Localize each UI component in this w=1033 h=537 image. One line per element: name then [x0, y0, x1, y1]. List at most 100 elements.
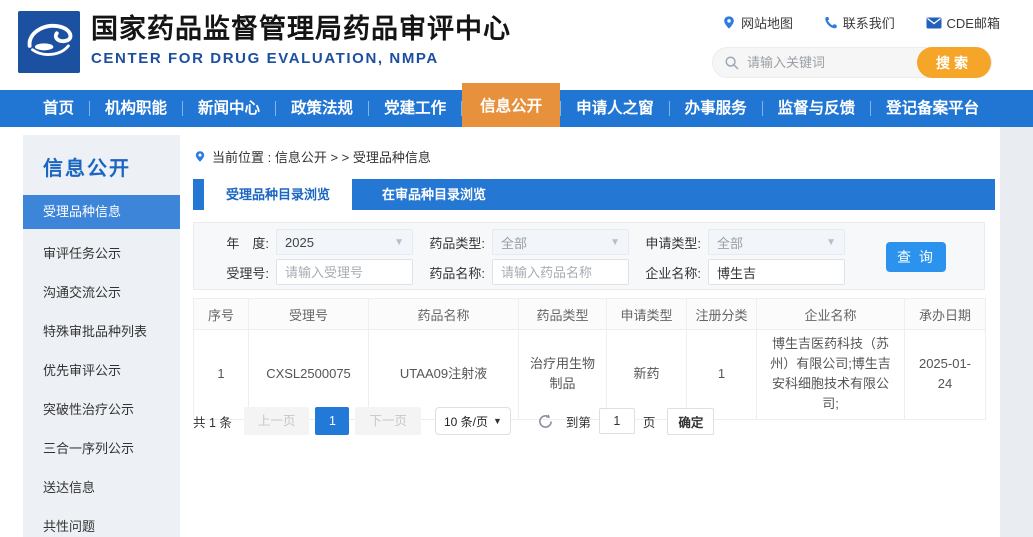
- goto-suffix-label: 页: [643, 412, 656, 431]
- goto-confirm-button[interactable]: 确定: [667, 408, 714, 435]
- company-name-label: 企业名称:: [638, 263, 701, 282]
- current-page-button[interactable]: 1: [315, 407, 349, 435]
- col-header-drug-type: 药品类型: [519, 299, 607, 330]
- nav-item-supervision-feedback[interactable]: 监督与反馈: [763, 90, 871, 127]
- sidebar-item-special-approval-list[interactable]: 特殊审批品种列表: [23, 312, 180, 351]
- site-header: 国家药品监督管理局药品审评中心 CENTER FOR DRUG EVALUATI…: [0, 0, 1033, 90]
- nav-item-org-functions[interactable]: 机构职能: [90, 90, 182, 127]
- tab-accepted-catalog[interactable]: 受理品种目录浏览: [204, 179, 352, 210]
- refresh-icon[interactable]: [537, 413, 554, 430]
- table-row: 1 CXSL2500075 UTAA09注射液 治疗用生物制品 新药 1 博生吉…: [194, 330, 986, 420]
- table-header-row: 序号 受理号 药品名称 药品类型 申请类型 注册分类 企业名称 承办日期: [194, 299, 986, 330]
- nav-item-services[interactable]: 办事服务: [670, 90, 762, 127]
- nav-item-party-building[interactable]: 党建工作: [369, 90, 461, 127]
- cell-apply-type: 新药: [607, 330, 687, 420]
- sidebar-item-three-in-one[interactable]: 三合一序列公示: [23, 429, 180, 468]
- sidebar-info-disclosure: 信息公开 受理品种信息 审评任务公示 沟通交流公示 特殊审批品种列表 优先审评公…: [23, 135, 180, 537]
- drug-type-select-value: 全部: [501, 233, 527, 252]
- sidebar-item-review-tasks[interactable]: 审评任务公示: [23, 234, 180, 273]
- main-navbar: 首页 机构职能 新闻中心 政策法规 党建工作 信息公开 申请人之窗 办事服务 监…: [0, 90, 1033, 127]
- chevron-down-icon: ▼: [610, 237, 620, 248]
- goto-page-input[interactable]: [599, 408, 635, 434]
- page-size-value: 10 条/页: [444, 413, 488, 430]
- col-header-apply-type: 申请类型: [607, 299, 687, 330]
- col-header-drug-name: 药品名称: [369, 299, 519, 330]
- site-search-bar: 搜索: [712, 47, 992, 78]
- nav-item-registration-platform[interactable]: 登记备案平台: [871, 90, 994, 127]
- pagination-bar: 共 1 条 上一页 1 下一页 10 条/页 ▼ 到第 页 确定: [193, 407, 714, 435]
- nav-item-home[interactable]: 首页: [28, 90, 89, 127]
- cde-logo: [18, 11, 80, 73]
- goto-page-group: 到第 页 确定: [566, 408, 715, 435]
- sidebar-item-accepted-varieties[interactable]: 受理品种信息: [23, 195, 180, 229]
- sidebar-item-breakthrough-therapy[interactable]: 突破性治疗公示: [23, 390, 180, 429]
- mailbox-link-label: CDE邮箱: [947, 13, 1000, 32]
- sidebar-item-common-issues[interactable]: 共性问题: [23, 507, 180, 537]
- query-button[interactable]: 查 询: [886, 242, 946, 272]
- cde-portal-page: 国家药品监督管理局药品审评中心 CENTER FOR DRUG EVALUATI…: [0, 0, 1033, 537]
- nav-item-news-center[interactable]: 新闻中心: [183, 90, 275, 127]
- site-title: 国家药品监督管理局药品审评中心: [91, 14, 511, 45]
- header-quick-links: 网站地图 联系我们 CDE邮箱: [722, 13, 1000, 32]
- right-background-strip: [1000, 127, 1033, 537]
- col-header-company: 企业名称: [757, 299, 905, 330]
- chevron-down-icon: ▼: [493, 416, 502, 426]
- apply-type-select-value: 全部: [717, 233, 743, 252]
- col-header-reg-category: 注册分类: [687, 299, 757, 330]
- company-name-input[interactable]: [708, 259, 845, 285]
- cell-company: 博生吉医药科技（苏州）有限公司;博生吉安科细胞技术有限公司;: [757, 330, 905, 420]
- breadcrumb-text: 当前位置 : 信息公开 > > 受理品种信息: [212, 147, 431, 166]
- results-table: 序号 受理号 药品名称 药品类型 申请类型 注册分类 企业名称 承办日期 1 C…: [193, 298, 986, 420]
- cell-seq: 1: [194, 330, 249, 420]
- nav-item-policies[interactable]: 政策法规: [276, 90, 368, 127]
- contact-link-label: 联系我们: [843, 13, 895, 32]
- col-header-acceptance-no: 受理号: [249, 299, 369, 330]
- year-select[interactable]: 2025 ▼: [276, 229, 413, 255]
- cell-handle-date: 2025-01-24: [905, 330, 986, 420]
- search-button[interactable]: 搜索: [917, 47, 991, 78]
- filter-panel: 年 度: 2025 ▼ 药品类型: 全部 ▼ 申请类型: 全部 ▼: [193, 222, 985, 290]
- search-icon: [724, 55, 740, 76]
- drug-name-input[interactable]: [492, 259, 629, 285]
- next-page-button[interactable]: 下一页: [355, 407, 421, 435]
- search-input[interactable]: [745, 49, 913, 76]
- contact-link[interactable]: 联系我们: [824, 13, 895, 32]
- chevron-down-icon: ▼: [826, 237, 836, 248]
- mail-icon: [926, 17, 942, 29]
- col-header-seq: 序号: [194, 299, 249, 330]
- site-subtitle: CENTER FOR DRUG EVALUATION, NMPA: [91, 50, 511, 67]
- breadcrumb: 当前位置 : 信息公开 > > 受理品种信息: [194, 147, 431, 166]
- sidebar-item-delivery-info[interactable]: 送达信息: [23, 468, 180, 507]
- prev-page-button[interactable]: 上一页: [244, 407, 310, 435]
- tab-under-review-catalog[interactable]: 在审品种目录浏览: [352, 179, 516, 210]
- map-pin-icon: [722, 15, 736, 30]
- sitemap-link[interactable]: 网站地图: [722, 13, 793, 32]
- sidebar-item-communication[interactable]: 沟通交流公示: [23, 273, 180, 312]
- nav-item-info-disclosure[interactable]: 信息公开: [462, 83, 560, 127]
- year-label: 年 度:: [206, 233, 269, 252]
- phone-icon: [824, 16, 838, 30]
- col-header-handle-date: 承办日期: [905, 299, 986, 330]
- chevron-down-icon: ▼: [394, 237, 404, 248]
- drug-type-label: 药品类型:: [422, 233, 485, 252]
- acceptance-no-label: 受理号:: [206, 263, 269, 282]
- apply-type-select[interactable]: 全部 ▼: [708, 229, 845, 255]
- apply-type-label: 申请类型:: [638, 233, 701, 252]
- cell-acceptance-no: CXSL2500075: [249, 330, 369, 420]
- cell-drug-type: 治疗用生物制品: [519, 330, 607, 420]
- mailbox-link[interactable]: CDE邮箱: [926, 13, 1000, 32]
- sidebar-title: 信息公开: [43, 152, 180, 181]
- drug-name-label: 药品名称:: [422, 263, 485, 282]
- drug-type-select[interactable]: 全部 ▼: [492, 229, 629, 255]
- nav-item-applicant-window[interactable]: 申请人之窗: [561, 90, 669, 127]
- cell-drug-name: UTAA09注射液: [369, 330, 519, 420]
- pagination-total: 共 1 条: [193, 412, 232, 431]
- swan-logo-icon: [18, 11, 80, 73]
- sitemap-link-label: 网站地图: [741, 13, 793, 32]
- sidebar-item-priority-review[interactable]: 优先审评公示: [23, 351, 180, 390]
- year-select-value: 2025: [285, 235, 314, 250]
- goto-prefix-label: 到第: [566, 412, 591, 431]
- acceptance-no-input[interactable]: [276, 259, 413, 285]
- site-brand: 国家药品监督管理局药品审评中心 CENTER FOR DRUG EVALUATI…: [91, 14, 511, 67]
- page-size-select[interactable]: 10 条/页 ▼: [435, 407, 511, 435]
